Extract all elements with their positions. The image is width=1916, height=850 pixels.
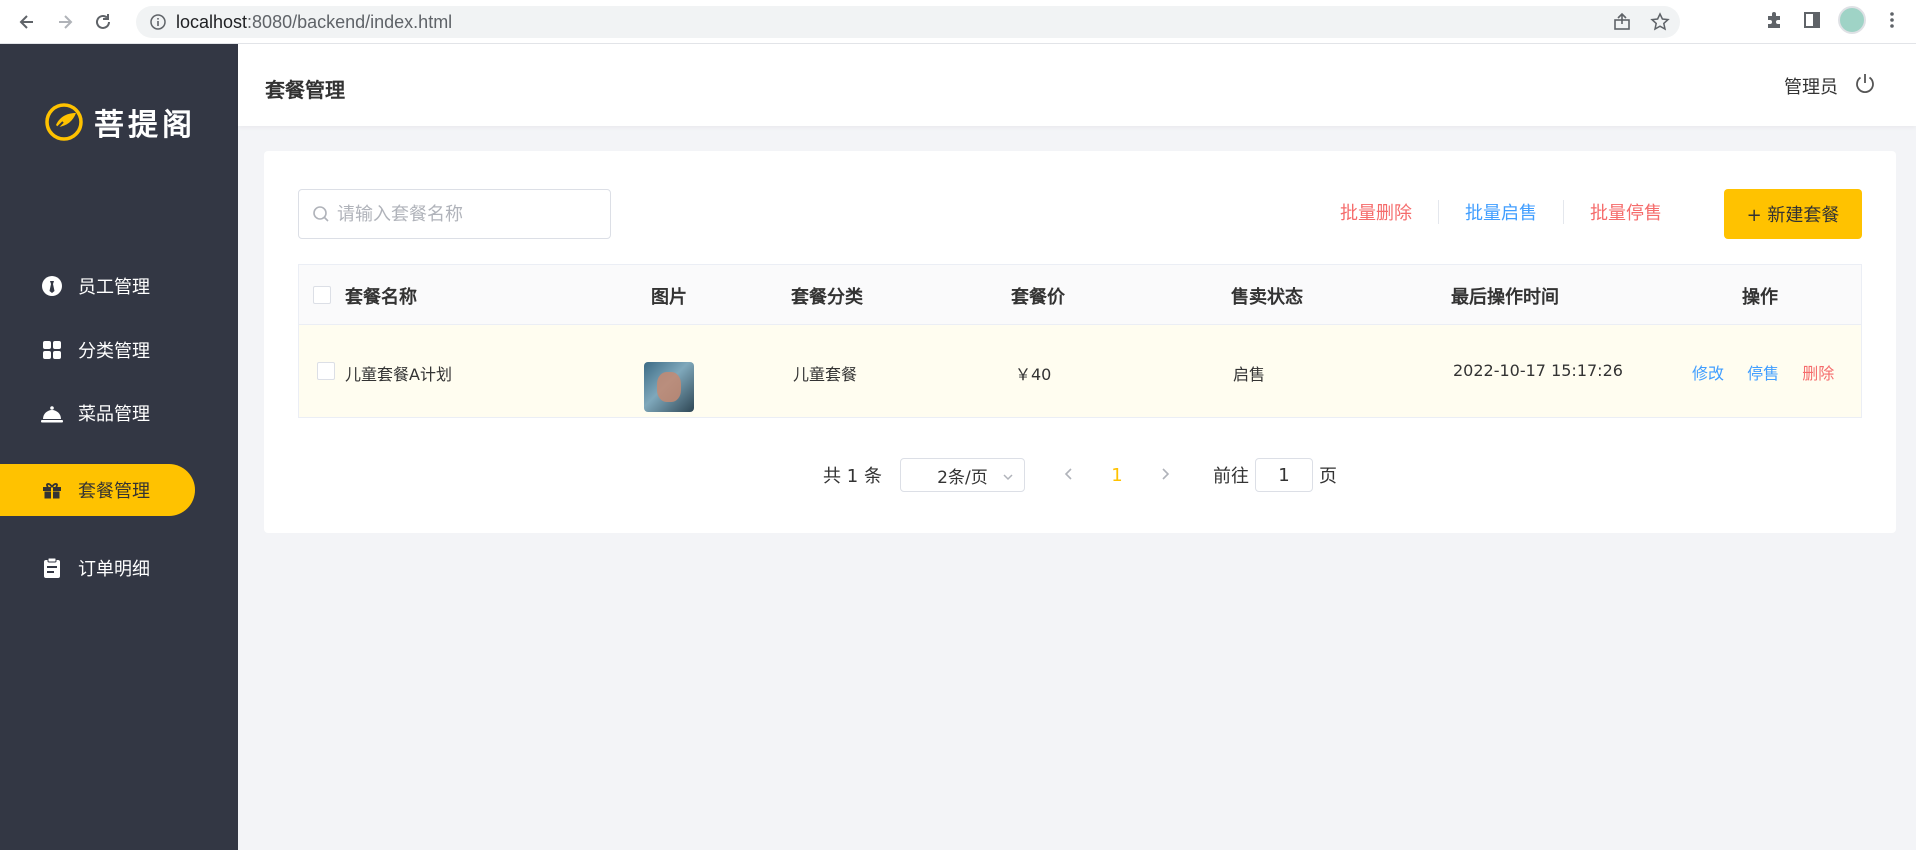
row-checkbox[interactable] xyxy=(317,362,335,380)
browser-toolbar: localhost:8080/backend/index.html xyxy=(0,0,1916,44)
batch-disable-link[interactable]: 批量停售 xyxy=(1564,199,1688,225)
column-header-name: 套餐名称 xyxy=(345,287,417,308)
page-header: 套餐管理 管理员 xyxy=(238,44,1916,126)
url-path: :8080/backend/index.html xyxy=(247,11,453,32)
site-info-icon[interactable] xyxy=(148,12,168,32)
employee-icon xyxy=(40,274,64,298)
column-header-price: 套餐价 xyxy=(1011,287,1065,308)
combo-category: 儿童套餐 xyxy=(793,365,858,384)
pagination: 共 1 条 2条/页 1 前往 页 xyxy=(264,458,1896,492)
share-icon[interactable] xyxy=(1610,10,1634,34)
reload-icon[interactable] xyxy=(89,8,117,36)
logout-power-icon[interactable] xyxy=(1854,72,1876,99)
search-box xyxy=(298,189,611,239)
logo: 菩提阁 xyxy=(44,100,196,144)
batch-delete-link[interactable]: 批量删除 xyxy=(1314,199,1438,225)
column-header-actions: 操作 xyxy=(1742,287,1778,308)
page-suffix: 页 xyxy=(1318,466,1337,487)
sidebar-item-combos[interactable]: 套餐管理 xyxy=(0,464,195,516)
user-area: 管理员 xyxy=(1784,72,1876,99)
combo-status: 启售 xyxy=(1233,365,1266,384)
prev-page-icon[interactable] xyxy=(1045,465,1093,486)
goto-page-input[interactable] xyxy=(1254,458,1313,492)
forward-icon[interactable] xyxy=(51,8,79,36)
column-header-image: 图片 xyxy=(651,287,687,308)
sidebar-item-label: 员工管理 xyxy=(78,277,150,298)
more-menu-icon[interactable] xyxy=(1880,8,1904,32)
username: 管理员 xyxy=(1784,76,1838,98)
sidebar-item-label: 套餐管理 xyxy=(78,481,150,502)
back-icon[interactable] xyxy=(13,8,41,36)
gift-package-icon xyxy=(40,478,64,502)
goto-page: 前往 页 xyxy=(1213,458,1337,492)
combo-updated-time: 2022-10-17 15:17:26 xyxy=(1453,361,1623,380)
column-header-updated: 最后操作时间 xyxy=(1451,287,1559,308)
table-row: 儿童套餐A计划 儿童套餐 ￥40 启售 2022-10-17 15:17:26 … xyxy=(299,325,1861,417)
sidebar: 菩提阁 员工管理 分类管理 菜品管理 套餐管理 订单明细 xyxy=(0,44,238,850)
new-combo-button[interactable]: + 新建套餐 xyxy=(1724,189,1862,239)
search-icon xyxy=(311,204,331,224)
sidebar-item-label: 订单明细 xyxy=(78,559,150,580)
batch-actions: 批量删除 批量启售 批量停售 xyxy=(1314,199,1688,225)
page-title: 套餐管理 xyxy=(265,78,345,102)
address-bar[interactable]: localhost:8080/backend/index.html xyxy=(136,6,1680,38)
select-all-checkbox[interactable] xyxy=(313,286,331,304)
page-size-value: 2条/页 xyxy=(937,467,988,488)
sidebar-item-categories[interactable]: 分类管理 xyxy=(0,324,195,376)
combo-table: 套餐名称 图片 套餐分类 套餐价 售卖状态 最后操作时间 操作 儿童套餐A计划 … xyxy=(298,264,1862,418)
url-text: localhost:8080/backend/index.html xyxy=(176,12,452,33)
row-actions: 修改 停售 删除 xyxy=(1692,360,1852,384)
goto-label: 前往 xyxy=(1212,466,1249,487)
edit-link[interactable]: 修改 xyxy=(1692,364,1724,383)
dish-cloche-icon xyxy=(40,401,64,425)
toggle-status-link[interactable]: 停售 xyxy=(1747,364,1779,383)
page-size-select[interactable]: 2条/页 xyxy=(899,458,1025,492)
search-input[interactable] xyxy=(337,203,597,225)
side-panel-icon[interactable] xyxy=(1800,8,1824,32)
sidebar-item-orders[interactable]: 订单明细 xyxy=(0,542,195,594)
sidebar-item-dishes[interactable]: 菜品管理 xyxy=(0,387,195,439)
url-host: localhost xyxy=(176,11,248,32)
clipboard-icon xyxy=(40,556,64,580)
logo-text: 菩提阁 xyxy=(94,108,196,143)
combo-name: 儿童套餐A计划 xyxy=(345,365,452,384)
next-page-icon[interactable] xyxy=(1141,465,1189,486)
profile-avatar[interactable] xyxy=(1838,6,1866,34)
extensions-icon[interactable] xyxy=(1762,8,1786,32)
delete-link[interactable]: 删除 xyxy=(1802,364,1834,383)
column-header-category: 套餐分类 xyxy=(791,287,863,308)
page-number-current[interactable]: 1 xyxy=(1093,465,1141,486)
bookmark-star-icon[interactable] xyxy=(1648,10,1672,34)
combo-price: ￥40 xyxy=(1015,365,1052,384)
logo-icon xyxy=(45,103,83,141)
column-header-status: 售卖状态 xyxy=(1231,287,1303,308)
sidebar-item-label: 菜品管理 xyxy=(78,404,150,425)
sidebar-item-employees[interactable]: 员工管理 xyxy=(0,260,195,312)
table-header: 套餐名称 图片 套餐分类 套餐价 售卖状态 最后操作时间 操作 xyxy=(299,265,1861,325)
sidebar-item-label: 分类管理 xyxy=(78,341,150,362)
chevron-down-icon xyxy=(1002,468,1014,488)
category-grid-icon xyxy=(40,338,64,362)
content-card: 批量删除 批量启售 批量停售 + 新建套餐 套餐名称 图片 套餐分类 套餐价 售… xyxy=(264,151,1896,533)
combo-image xyxy=(644,362,694,412)
total-count: 共 1 条 xyxy=(823,466,882,487)
batch-enable-link[interactable]: 批量启售 xyxy=(1439,199,1563,225)
